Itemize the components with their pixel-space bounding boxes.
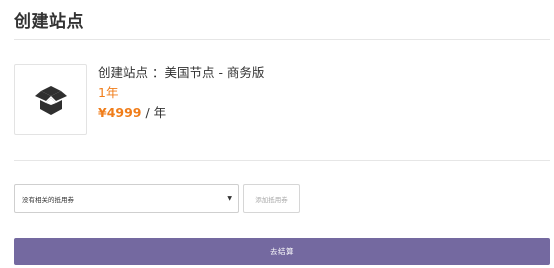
product-term: 1年	[98, 85, 119, 100]
coupon-select[interactable]: 没有相关的抵用券 ▼	[14, 184, 239, 213]
product-info: 创建站点 ：美国节点 - 商务版 1年 ¥4999 / 年	[98, 65, 264, 121]
price-unit: / 年	[141, 105, 167, 120]
box-icon	[34, 85, 67, 115]
divider	[14, 39, 550, 40]
price-amount: ¥4999	[98, 105, 142, 120]
coupon-select-value: 没有相关的抵用券	[22, 195, 74, 204]
divider	[14, 160, 550, 161]
add-coupon-button[interactable]: 添加抵用券	[243, 184, 300, 213]
product-thumbnail	[14, 64, 87, 135]
page: 创建站点 创建站点 ：美国节点 - 商务版 1年 ¥4999 / 年 没有相关的…	[0, 0, 554, 268]
chevron-down-icon: ▼	[227, 195, 232, 202]
product-price: ¥4999 / 年	[98, 105, 264, 121]
product-name: 创建站点 ：美国节点 - 商务版	[98, 65, 265, 80]
page-title: 创建站点	[14, 12, 84, 32]
checkout-button[interactable]: 去结算	[14, 238, 550, 265]
